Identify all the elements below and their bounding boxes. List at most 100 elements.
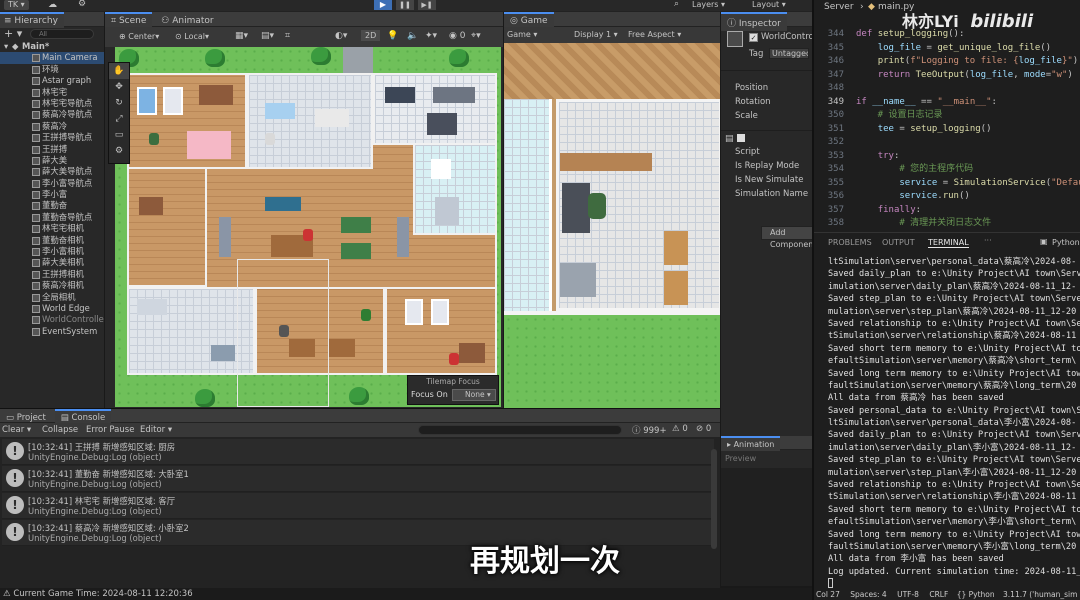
layers-dropdown[interactable]: Layers ▾ [692, 0, 725, 9]
code-line[interactable]: 351 tee = setup_logging() [814, 123, 1080, 137]
preview-button[interactable]: Preview [725, 454, 756, 463]
game-viewport[interactable] [504, 43, 721, 408]
component-enable-checkbox[interactable] [737, 134, 745, 142]
clear-button[interactable]: Clear ▾ [2, 425, 31, 435]
script-component-header[interactable]: ▤ [721, 131, 812, 145]
code-area[interactable]: 344 def setup_logging(): 345 log_file = ge… [814, 28, 1080, 228]
hierarchy-item[interactable]: EventSystem [0, 326, 104, 337]
hierarchy-item[interactable]: 李小富导航点 [0, 178, 104, 189]
grid-snap-icon[interactable]: ▦▾ [235, 31, 248, 41]
character-icon[interactable] [265, 133, 275, 145]
hierarchy-item[interactable]: 李小富相机 [0, 246, 104, 257]
hierarchy-item[interactable]: 董勤奋 [0, 200, 104, 211]
rotate-tool-icon[interactable]: ↻ [109, 95, 129, 111]
hierarchy-item[interactable]: World Edge [0, 303, 104, 314]
scene-map[interactable]: Tilemap Focus Focus On None ▾ [115, 47, 501, 407]
snap-magnet-icon[interactable]: ⌗ [285, 31, 290, 41]
console-log-entry[interactable]: ! [10:32:41] 王拼搏 新增感知区域: 厨房 UnityEngine.De… [2, 439, 714, 465]
hierarchy-item[interactable]: 董勤奋相机 [0, 235, 104, 246]
hidden-objects-icon[interactable]: ◉ 0 [449, 31, 465, 41]
rect-tool-icon[interactable]: ▭ [109, 127, 129, 143]
scene-root-row[interactable]: ▾ ◆ Main* [0, 41, 104, 52]
transform-tool-icon[interactable]: ⚙ [109, 143, 129, 159]
hierarchy-item[interactable]: 环境 [0, 64, 104, 75]
game-mode-dropdown[interactable]: Game ▾ [507, 30, 537, 39]
hierarchy-search-input[interactable] [30, 29, 94, 39]
cloud-icon[interactable]: ☁ [48, 0, 57, 10]
error-count-badge[interactable]: ⊘ 0 [696, 424, 711, 434]
character-icon[interactable] [449, 353, 459, 365]
status-language[interactable]: Python [969, 590, 995, 599]
tab-terminal[interactable]: TERMINAL [928, 238, 969, 248]
mode-2d-button[interactable]: 2D [361, 30, 381, 41]
code-line[interactable]: 358 # 清理并关闭日志文件 [814, 217, 1080, 231]
scene-camera-icon[interactable]: ⌖▾ [471, 31, 481, 41]
hierarchy-item[interactable]: 薛大美相机 [0, 257, 104, 268]
hierarchy-item[interactable]: 王拼搏相机 [0, 269, 104, 280]
hierarchy-item[interactable]: Astar graph [0, 75, 104, 86]
character-icon[interactable] [149, 133, 159, 145]
hierarchy-item[interactable]: 董勤奋导航点 [0, 212, 104, 223]
account-dropdown[interactable]: TK ▾ [4, 0, 29, 10]
tab-scene[interactable]: ⌗ Scene [105, 12, 153, 28]
lighting-icon[interactable]: 💡 [387, 31, 398, 41]
console-log-entry[interactable]: ! [10:32:41] 林宅宅 新增感知区域: 客厅 UnityEngine.De… [2, 493, 714, 519]
code-line[interactable]: 347 return TeeOutput(log_file, mode="w") [814, 69, 1080, 83]
code-line[interactable]: 350 # 设置日志记录 [814, 109, 1080, 123]
hierarchy-item[interactable]: 林宅宅相机 [0, 223, 104, 234]
code-line[interactable]: 344 def setup_logging(): [814, 28, 1080, 42]
terminal-profile[interactable]: Python [1052, 238, 1080, 247]
character-icon[interactable] [588, 193, 606, 219]
status-python-version[interactable]: 3.11.7 ('human_sim [1003, 590, 1077, 599]
breadcrumb-folder[interactable]: Server [824, 2, 854, 12]
code-line[interactable]: 349 if __name__ == "__main__": [814, 96, 1080, 110]
tab-game[interactable]: ◎ Game [504, 12, 554, 28]
hierarchy-item[interactable]: 蔡高冷导航点 [0, 109, 104, 120]
hierarchy-item[interactable]: 林宅宅导航点 [0, 98, 104, 109]
console-search-input[interactable] [418, 425, 622, 435]
hand-tool-icon[interactable]: ✋ [109, 63, 129, 79]
hierarchy-item[interactable]: 李小富 [0, 189, 104, 200]
status-spaces[interactable]: Spaces: 4 [850, 590, 886, 599]
tag-dropdown[interactable]: Untagged [769, 48, 809, 59]
step-button[interactable]: ▶❚ [418, 0, 436, 10]
code-line[interactable]: 356 service.run() [814, 190, 1080, 204]
status-eol[interactable]: CRLF [929, 590, 948, 599]
code-line[interactable]: 355 service = SimulationService("Default [814, 177, 1080, 191]
tab-output[interactable]: OUTPUT [882, 238, 915, 247]
console-log-entry[interactable]: ! [10:32:41] 董勤奋 新增感知区域: 大卧室1 UnityEngine.… [2, 466, 714, 492]
scale-tool-icon[interactable]: ⤢ [109, 111, 129, 127]
collapse-button[interactable]: Collapse [42, 425, 78, 435]
object-name-field[interactable]: WorldController [761, 32, 812, 42]
console-scrollbar[interactable] [711, 449, 717, 549]
terminal-output[interactable]: ltSimulation\server\personal_data\蔡高冷\20… [828, 256, 1080, 586]
move-tool-icon[interactable]: ✥ [109, 79, 129, 95]
info-count-badge[interactable]: ⓘ 999+ [632, 424, 667, 436]
focus-on-dropdown[interactable]: None ▾ [452, 389, 496, 401]
add-component-button[interactable]: Add Component [761, 226, 812, 249]
hierarchy-item[interactable]: 薛大美 [0, 155, 104, 166]
aspect-dropdown[interactable]: Free Aspect ▾ [628, 30, 681, 39]
hierarchy-item[interactable]: 全局相机 [0, 292, 104, 303]
pivot-local-dropdown[interactable]: ⊙ Local▾ [175, 32, 209, 41]
character-icon[interactable] [303, 229, 313, 241]
active-checkbox[interactable]: ✓ [749, 33, 758, 42]
effects-icon[interactable]: ✦▾ [425, 31, 437, 41]
code-line[interactable]: 348 [814, 82, 1080, 96]
pivot-center-dropdown[interactable]: ⊕ Center▾ [119, 32, 159, 41]
animation-timeline[interactable] [721, 468, 813, 586]
status-encoding[interactable]: UTF-8 [897, 590, 919, 599]
tab-hierarchy[interactable]: ≡ Hierarchy [0, 12, 64, 28]
code-line[interactable]: 353 try: [814, 150, 1080, 164]
warning-count-badge[interactable]: ⚠ 0 [672, 424, 688, 434]
hierarchy-item[interactable]: 林宅宅 [0, 87, 104, 98]
hierarchy-item[interactable]: 王拼搏导航点 [0, 132, 104, 143]
tab-problems[interactable]: PROBLEMS [828, 238, 872, 247]
hierarchy-item[interactable]: Main Camera [0, 52, 104, 64]
hierarchy-item[interactable]: 蔡高冷 [0, 121, 104, 132]
pause-button[interactable]: ❚❚ [396, 0, 414, 10]
hierarchy-item[interactable]: 王拼搏 [0, 144, 104, 155]
more-icon[interactable]: ··· [984, 236, 992, 245]
code-line[interactable]: 357 finally: [814, 204, 1080, 218]
layout-dropdown[interactable]: Layout ▾ [752, 0, 786, 9]
